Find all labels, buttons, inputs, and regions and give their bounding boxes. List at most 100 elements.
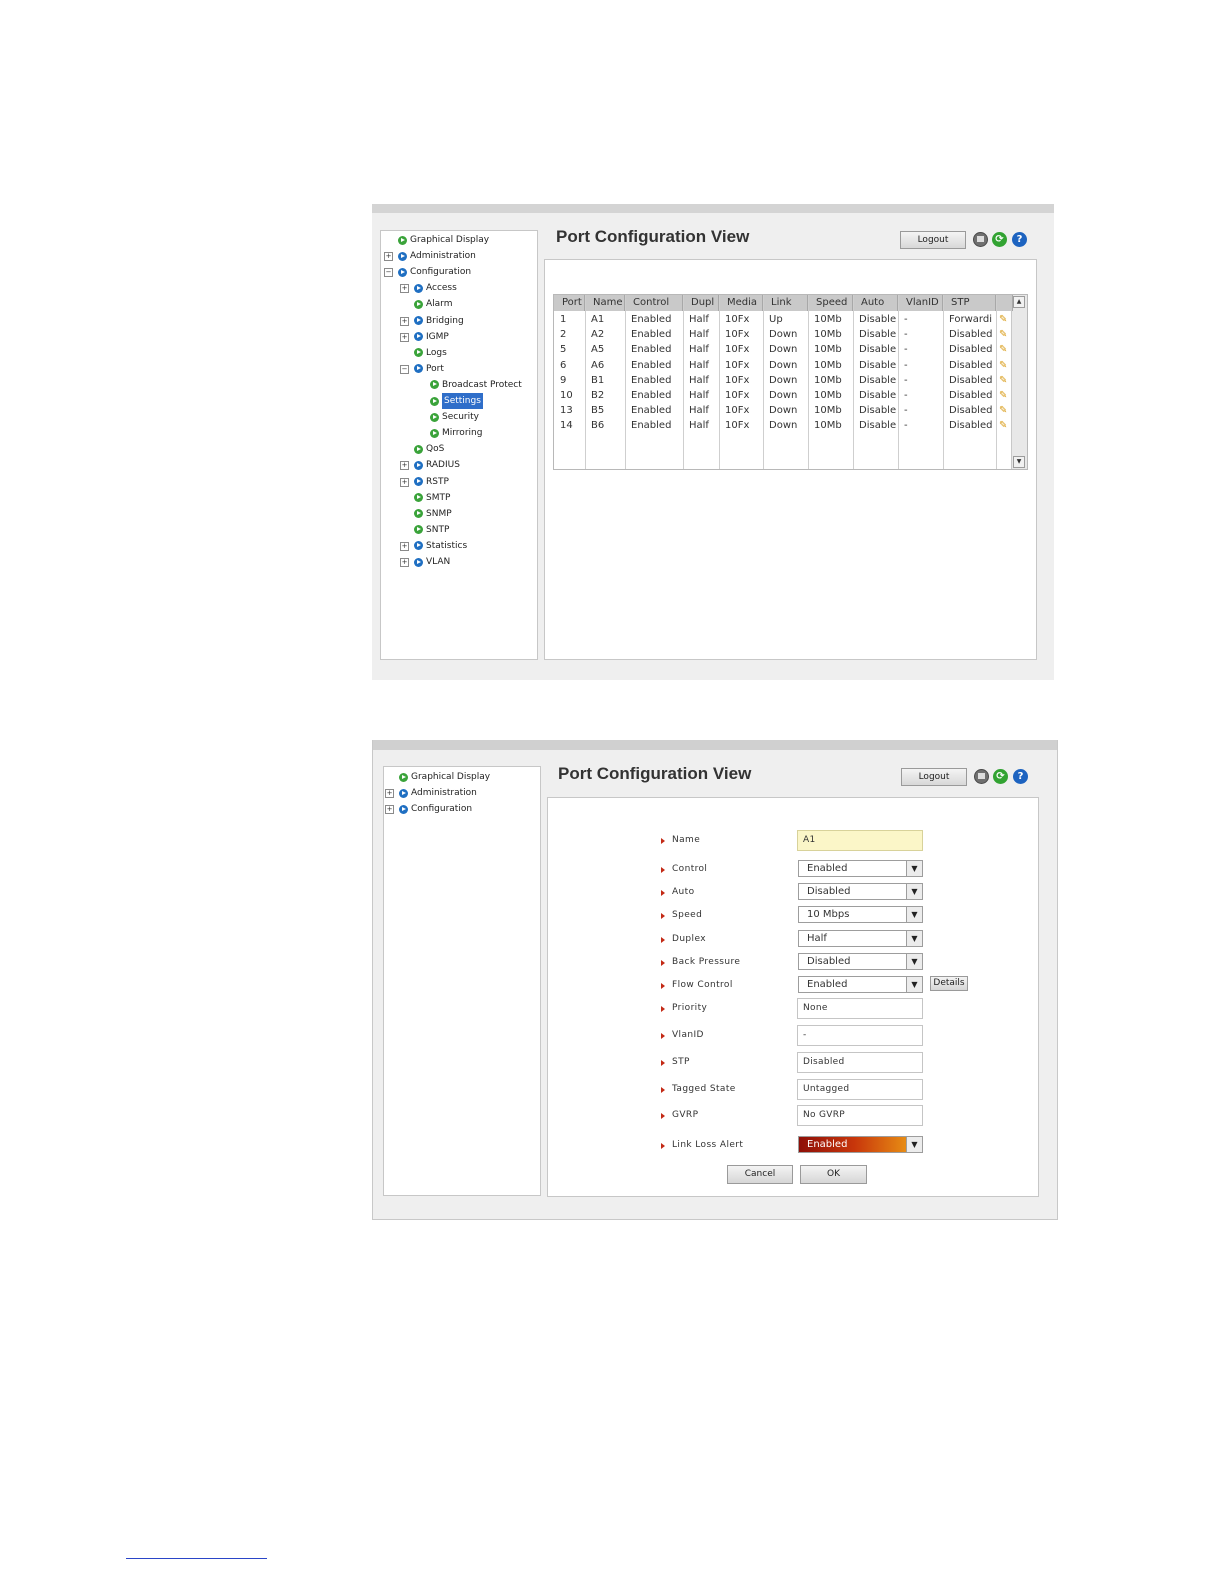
dropdown-arrow-icon[interactable]: ▼ [906, 861, 922, 876]
logout-button[interactable]: Logout [901, 768, 967, 786]
expand-icon[interactable]: + [400, 284, 409, 294]
edit-pencil-icon[interactable]: ✎ [999, 403, 1007, 418]
scroll-up-button[interactable]: ▲ [1013, 296, 1025, 308]
dropdown-arrow-icon[interactable]: ▼ [906, 954, 922, 969]
expand-icon[interactable]: + [400, 461, 409, 471]
table-row[interactable]: 14 B6 Enabled Half 10Fx Down 10Mb Disable - Disab… [554, 418, 996, 433]
help-icon[interactable]: ? [1012, 232, 1027, 247]
collapse-icon[interactable]: − [384, 268, 393, 278]
table-row[interactable]: 2 A2 Enabled Half 10Fx Down 10Mb Disable - Disabl… [554, 327, 996, 342]
link-loss-alert-select[interactable]: Enabled ▼ [798, 1136, 923, 1153]
table-row[interactable]: 1 A1 Enabled Half 10Fx Up 10Mb Disable - Forwardi [554, 312, 996, 327]
dropdown-arrow-icon[interactable]: ▼ [906, 884, 922, 899]
priority-field[interactable]: None [797, 998, 923, 1019]
duplex-select[interactable]: Half ▼ [798, 930, 923, 947]
tree-item-snmp[interactable]: SNMP [414, 507, 452, 521]
gvrp-field[interactable]: No GVRP [797, 1105, 923, 1126]
tagged-state-field[interactable]: Untagged [797, 1079, 923, 1100]
tree-item-alarm[interactable]: Alarm [414, 297, 452, 311]
tree-item-port[interactable]: − Port [400, 362, 444, 376]
edit-pencil-icon[interactable]: ✎ [999, 418, 1007, 433]
tree-item-qos[interactable]: QoS [414, 442, 444, 456]
tree-item-smtp[interactable]: SMTP [414, 491, 450, 505]
column-header[interactable]: Link [763, 295, 808, 311]
table-row[interactable]: 5 A5 Enabled Half 10Fx Down 10Mb Disable - Disabl… [554, 342, 996, 357]
dropdown-arrow-icon[interactable]: ▼ [906, 1137, 922, 1152]
expand-icon[interactable]: + [385, 805, 394, 814]
tree-item-administration[interactable]: + Administration [384, 249, 476, 263]
edit-pencil-icon[interactable]: ✎ [999, 358, 1007, 373]
table-row[interactable]: 13 B5 Enabled Half 10Fx Down 10Mb Disable - Disab… [554, 403, 996, 418]
save-icon[interactable] [974, 769, 989, 784]
tree-item-configuration[interactable]: + Configuration [385, 802, 472, 816]
expand-icon[interactable]: + [385, 789, 394, 798]
column-header[interactable] [996, 295, 1013, 311]
cancel-button[interactable]: Cancel [727, 1165, 793, 1184]
stp-field[interactable]: Disabled [797, 1052, 923, 1073]
expand-icon[interactable]: + [400, 477, 409, 487]
column-header[interactable]: Control [625, 295, 683, 311]
logout-button[interactable]: Logout [900, 231, 966, 249]
tree-item-configuration[interactable]: − Configuration [384, 265, 471, 279]
help-icon[interactable]: ? [1013, 769, 1028, 784]
tree-item-bridging[interactable]: + Bridging [400, 314, 464, 328]
scroll-down-button[interactable]: ▼ [1013, 456, 1025, 468]
auto-select[interactable]: Disabled ▼ [798, 883, 923, 900]
tree-item-access[interactable]: + Access [400, 281, 457, 295]
collapse-icon[interactable]: − [400, 364, 409, 374]
tree-item-graphical-display[interactable]: Graphical Display [399, 770, 490, 784]
edit-pencil-icon[interactable]: ✎ [999, 312, 1007, 327]
expand-icon[interactable]: + [400, 316, 409, 326]
table-scrollbar[interactable]: ▲ ▼ [1011, 295, 1027, 469]
edit-pencil-icon[interactable]: ✎ [999, 342, 1007, 357]
tree-item-graphical-display[interactable]: Graphical Display [398, 233, 489, 247]
tree-item-broadcast-protect[interactable]: Broadcast Protect [430, 378, 522, 392]
column-header[interactable]: Name [585, 295, 625, 311]
tree-item-settings[interactable]: Settings [430, 393, 483, 409]
refresh-icon[interactable]: ⟳ [992, 232, 1007, 247]
field-bullet-icon [661, 838, 665, 844]
back-pressure-select[interactable]: Disabled ▼ [798, 953, 923, 970]
table-cell: 2 [560, 329, 567, 341]
tree-item-radius[interactable]: + RADIUS [400, 458, 460, 472]
dropdown-arrow-icon[interactable]: ▼ [906, 907, 922, 922]
dropdown-arrow-icon[interactable]: ▼ [906, 977, 922, 992]
details-button[interactable]: Details [930, 976, 968, 991]
tree-item-rstp[interactable]: + RSTP [400, 475, 449, 489]
table-row[interactable]: 6 A6 Enabled Half 10Fx Down 10Mb Disable - Disabl… [554, 358, 996, 373]
tree-item-sntp[interactable]: SNTP [414, 523, 449, 537]
tree-item-administration[interactable]: + Administration [385, 786, 477, 800]
column-header[interactable]: Media [719, 295, 763, 311]
tree-item-logs[interactable]: Logs [414, 346, 447, 360]
control-select[interactable]: Enabled ▼ [798, 860, 923, 877]
tree-item-mirroring[interactable]: Mirroring [430, 426, 482, 440]
column-header[interactable]: Port [554, 295, 585, 311]
expand-icon[interactable]: + [400, 332, 409, 342]
expand-icon[interactable]: + [400, 541, 409, 551]
name-field[interactable]: A1 [797, 830, 923, 851]
column-header[interactable]: Dupl [683, 295, 719, 311]
ok-button[interactable]: OK [800, 1165, 867, 1184]
edit-pencil-icon[interactable]: ✎ [999, 388, 1007, 403]
refresh-icon[interactable]: ⟳ [993, 769, 1008, 784]
expand-icon[interactable]: + [384, 252, 393, 262]
vlanid-field[interactable]: - [797, 1025, 923, 1046]
save-icon[interactable] [973, 232, 988, 247]
table-row[interactable]: 10 B2 Enabled Half 10Fx Down 10Mb Disable - Disab… [554, 388, 996, 403]
tree-item-security[interactable]: Security [430, 410, 479, 424]
tree-item-vlan[interactable]: + VLAN [400, 555, 450, 569]
expand-icon[interactable]: + [400, 558, 409, 567]
column-header[interactable]: Auto [853, 295, 898, 311]
edit-pencil-icon[interactable]: ✎ [999, 327, 1007, 342]
edit-pencil-icon[interactable]: ✎ [999, 373, 1007, 388]
table-row[interactable]: 9 B1 Enabled Half 10Fx Down 10Mb Disable - Disabl… [554, 373, 996, 388]
column-header[interactable]: VlanID [898, 295, 943, 311]
dropdown-arrow-icon[interactable]: ▼ [906, 931, 922, 946]
column-header[interactable]: Speed [808, 295, 853, 311]
column-header[interactable]: STP [943, 295, 996, 311]
tree-item-label: Access [426, 283, 457, 294]
speed-select[interactable]: 10 Mbps ▼ [798, 906, 923, 923]
flow-control-select[interactable]: Enabled ▼ [798, 976, 923, 993]
tree-item-igmp[interactable]: + IGMP [400, 330, 449, 344]
tree-item-statistics[interactable]: + Statistics [400, 539, 467, 553]
